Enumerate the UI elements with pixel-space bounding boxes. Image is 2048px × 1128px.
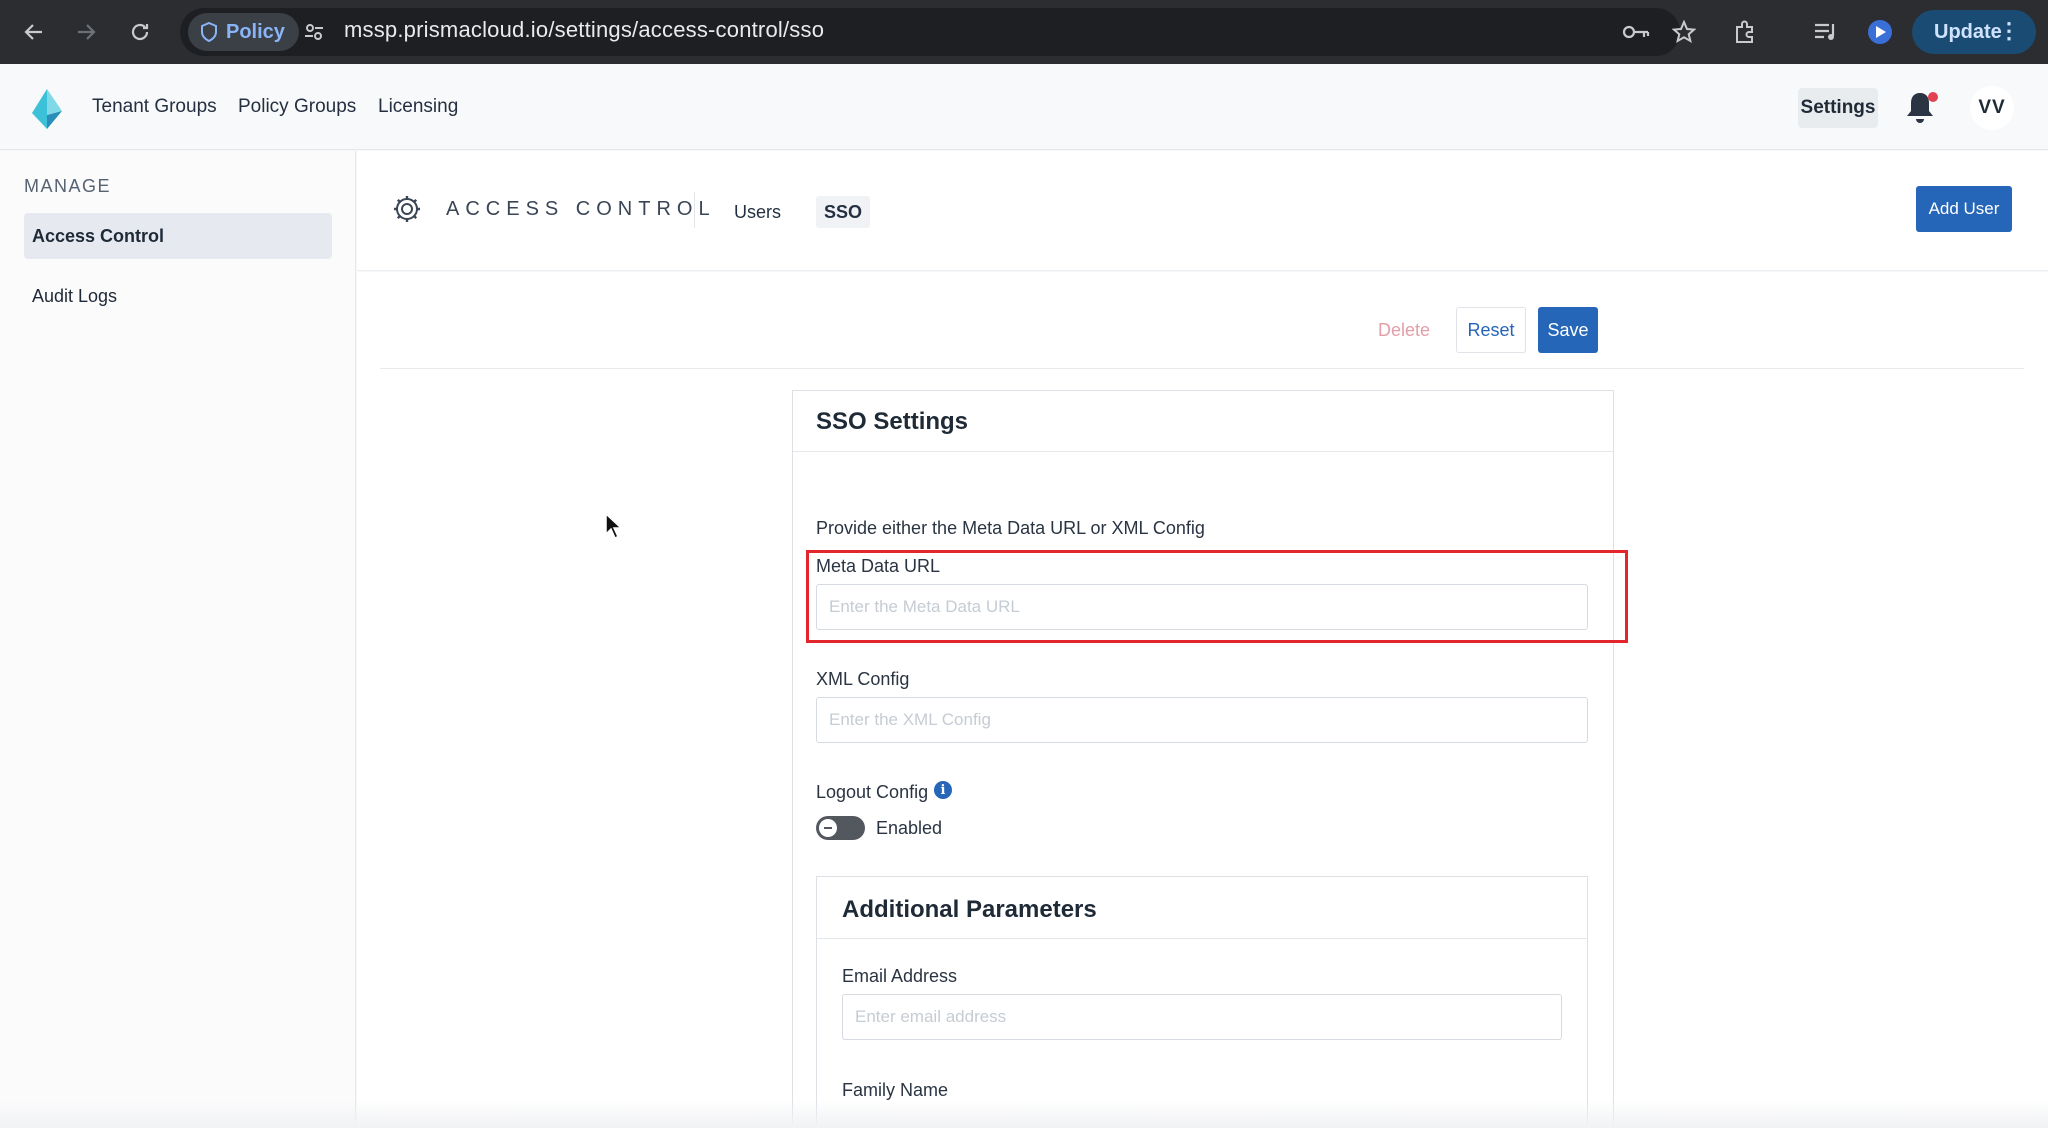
xml-config-input[interactable]: [816, 697, 1588, 743]
update-button[interactable]: Update ⋮: [1912, 10, 2036, 54]
toggle-knob: [819, 819, 837, 837]
action-divider: [380, 368, 2024, 369]
sso-settings-title: SSO Settings: [816, 408, 969, 435]
bottom-fade: [0, 1100, 2048, 1128]
profile-icon[interactable]: [1862, 14, 1898, 50]
save-button[interactable]: Save: [1538, 307, 1598, 353]
page-title: ACCESS CONTROL: [446, 198, 716, 220]
logout-toggle[interactable]: [816, 816, 865, 840]
sso-help-text: Provide either the Meta Data URL or XML …: [816, 518, 1205, 538]
prisma-logo-icon[interactable]: [30, 88, 64, 135]
back-icon[interactable]: [16, 14, 52, 50]
email-label: Email Address: [842, 966, 958, 986]
forward-icon[interactable]: [68, 14, 104, 50]
nav-licensing[interactable]: Licensing: [378, 96, 458, 118]
extensions-icon[interactable]: [1728, 14, 1764, 50]
settings-button[interactable]: Settings: [1798, 88, 1878, 128]
shield-icon: [201, 22, 217, 42]
add-user-button[interactable]: Add User: [1916, 186, 2012, 232]
sidebar-item-audit-logs[interactable]: Audit Logs: [24, 273, 332, 319]
info-icon[interactable]: i: [934, 781, 952, 799]
highlight-box: [806, 550, 1628, 643]
logout-config-label: Logout Config: [816, 782, 929, 802]
mouse-cursor-icon: [604, 512, 624, 540]
site-settings-icon[interactable]: [298, 16, 330, 48]
url-text[interactable]: mssp.prismacloud.io/settings/access-cont…: [344, 17, 824, 43]
email-field[interactable]: [842, 994, 1562, 1040]
policy-chip-label: Policy: [226, 20, 285, 43]
sidebar-section-label: MANAGE: [24, 176, 112, 196]
family-name-label: Family Name: [842, 1080, 949, 1100]
reset-button[interactable]: Reset: [1456, 307, 1526, 353]
title-divider: [694, 192, 695, 228]
delete-button[interactable]: Delete: [1362, 307, 1446, 353]
star-icon[interactable]: [1666, 14, 1702, 50]
avatar[interactable]: VV: [1970, 86, 2014, 130]
additional-parameters-title: Additional Parameters: [842, 896, 1097, 923]
reload-icon[interactable]: [122, 14, 158, 50]
tab-sso[interactable]: SSO: [816, 196, 871, 228]
menu-icon[interactable]: ⋮: [1998, 20, 2020, 42]
xml-config-label: XML Config: [816, 669, 910, 689]
notification-badge: [1928, 92, 1938, 102]
key-icon[interactable]: [1618, 14, 1654, 50]
tab-users[interactable]: Users: [726, 196, 789, 228]
update-label: Update: [1934, 20, 2002, 43]
logout-toggle-label: Enabled: [876, 818, 943, 838]
media-icon[interactable]: [1808, 14, 1844, 50]
nav-tenant-groups[interactable]: Tenant Groups: [92, 96, 217, 118]
gear-icon: [392, 194, 422, 224]
card-divider: [793, 451, 1613, 452]
nav-policy-groups[interactable]: Policy Groups: [238, 96, 356, 118]
sidebar-item-access-control[interactable]: Access Control: [24, 213, 332, 259]
policy-chip[interactable]: Policy: [188, 13, 299, 51]
subcard-divider: [817, 938, 1587, 939]
